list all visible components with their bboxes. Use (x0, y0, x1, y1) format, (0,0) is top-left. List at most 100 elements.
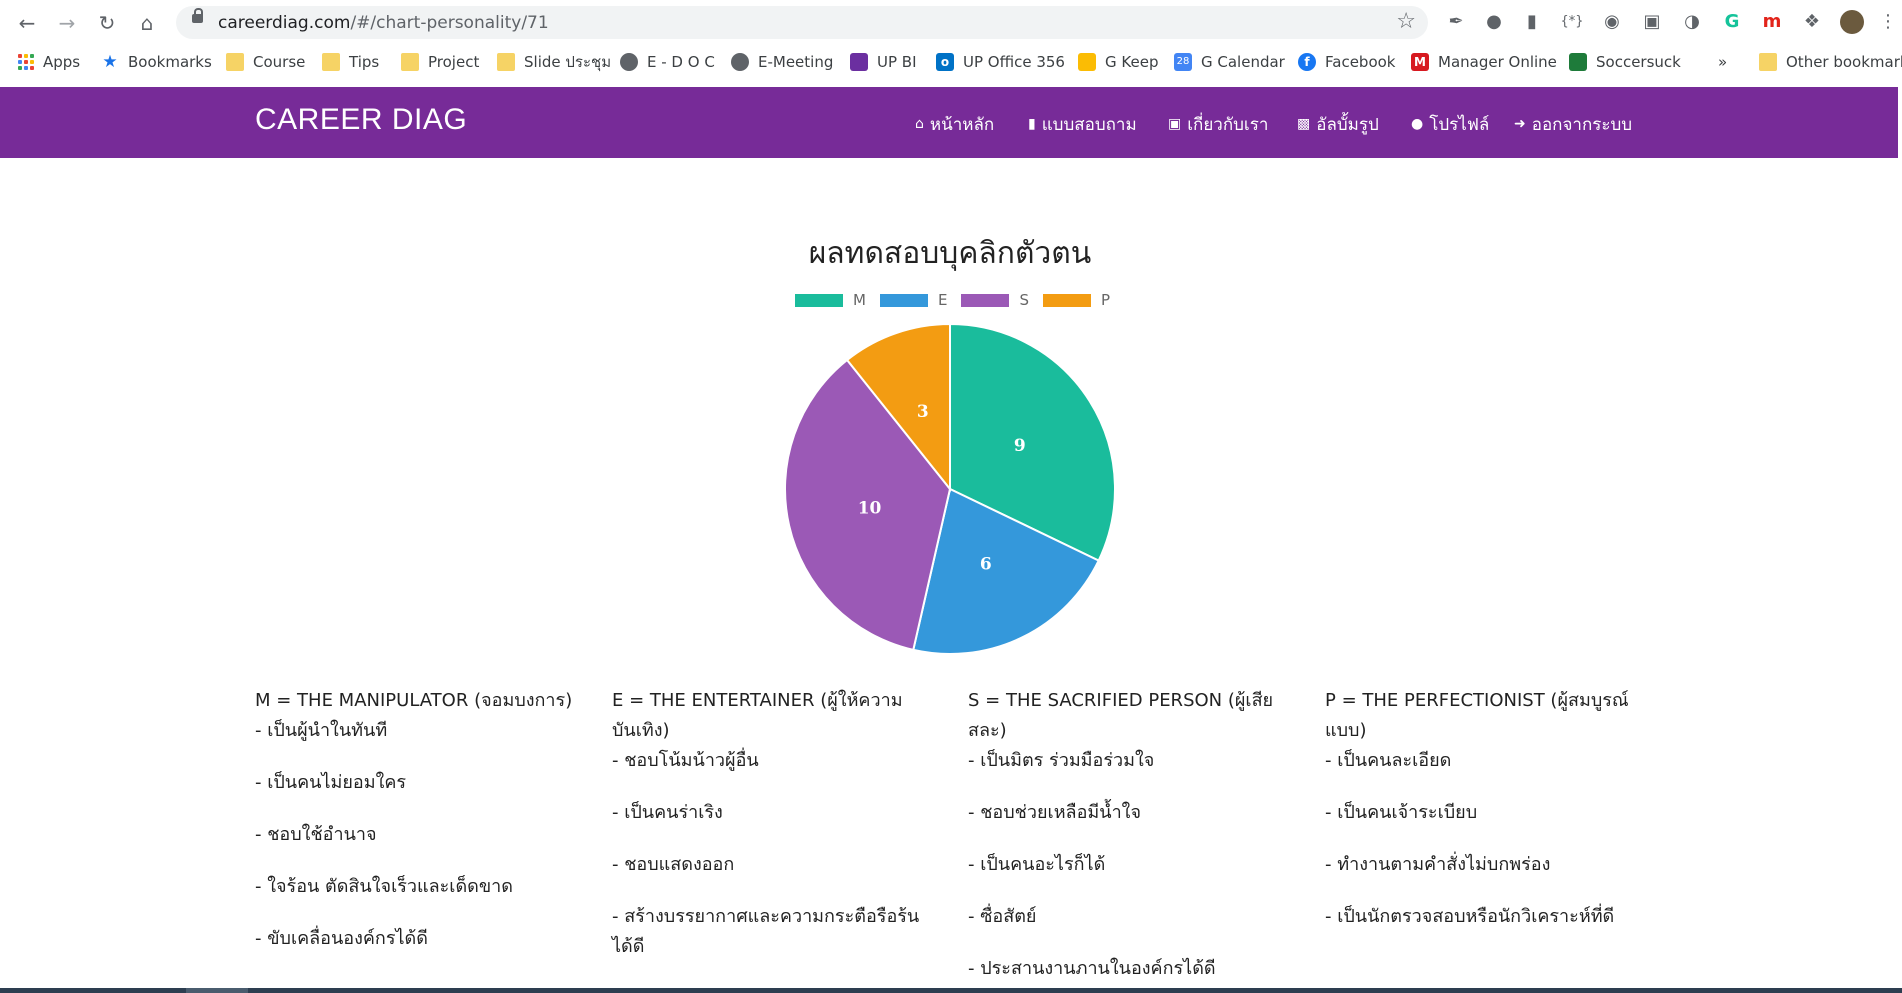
bookmark-bookmarks[interactable]: ★ Bookmarks (101, 51, 212, 73)
description-item: - ใจร้อน ตัดสินใจเร็วและเด็ดขาด (255, 876, 513, 897)
up-bi-icon (850, 53, 868, 71)
bookmark-label: Slide ประชุม (524, 53, 612, 71)
description-item: - ชอบแสดงออก (612, 854, 735, 875)
bookmark-label: Facebook (1325, 53, 1396, 71)
facebook-icon: f (1298, 53, 1316, 71)
legend-item-s[interactable]: S (961, 291, 1029, 309)
description-heading: S = THE SACRIFIED PERSON (ผู้เสียสละ) (968, 690, 1274, 741)
menu-profile[interactable]: ● โปรไฟล์ (1411, 113, 1489, 135)
app-navbar: CAREER DIAG ⌂ หน้าหลัก ▮ แบบสอบถาม ▣ เกี… (0, 87, 1898, 158)
bookmark-up-bi[interactable]: UP BI (850, 51, 917, 73)
lightbulb-extension-icon[interactable]: ● (1482, 10, 1506, 34)
url-text[interactable]: careerdiag.com/#/chart-personality/71 (218, 13, 549, 33)
manager-icon: M (1411, 53, 1429, 71)
bookmark-edoc[interactable]: E - D O C (620, 51, 715, 73)
description-heading: M = THE MANIPULATOR (จอมบงการ) (255, 690, 573, 711)
outlook-icon: o (936, 53, 954, 71)
bookmark-facebook[interactable]: f Facebook (1298, 51, 1395, 73)
folder-icon (497, 53, 515, 71)
address-bar[interactable]: careerdiag.com/#/chart-personality/71 ☆ (176, 6, 1428, 39)
description-item: - ประสานงานภานในองค์กรได้ดี (968, 958, 1216, 979)
description-item: - เป็นคนไม่ยอมใคร (255, 772, 407, 793)
bookmark-label: E-Meeting (758, 53, 834, 71)
legend-label: P (1100, 291, 1111, 309)
bookmark-up-office[interactable]: o UP Office 356 (936, 51, 1065, 73)
bookmark-label: Bookmarks (128, 53, 212, 71)
m-extension-icon[interactable]: m (1760, 10, 1784, 34)
globe-icon (731, 53, 749, 71)
other-bookmarks[interactable]: Other bookmarks (1759, 51, 1902, 73)
menu-album[interactable]: ▩ อัลบั้มรูป (1297, 113, 1379, 135)
bookmark-emeeting[interactable]: E-Meeting (731, 51, 833, 73)
more-menu-icon[interactable]: ⋮ (1876, 10, 1900, 34)
bookmark-label: Apps (43, 53, 81, 71)
keep-icon (1078, 53, 1096, 71)
legend-swatch (879, 293, 928, 307)
legend-item-p[interactable]: P (1042, 291, 1111, 309)
menu-questionnaire[interactable]: ▮ แบบสอบถาม (1028, 113, 1137, 135)
bookmark-star-icon[interactable]: ☆ (1396, 9, 1416, 34)
menu-about[interactable]: ▣ เกี่ยวกับเรา (1168, 113, 1268, 135)
reload-icon[interactable]: ↻ (94, 10, 120, 36)
description-list: - เป็นผู้นำในทันที - เป็นคนไม่ยอมใคร - ช… (255, 716, 575, 954)
chart-title: ผลทดสอบบุคลิกตัวตน (808, 236, 1092, 271)
apps-grid-icon (18, 54, 34, 70)
circle-extension-icon[interactable]: ◑ (1680, 10, 1704, 34)
json-extension-icon[interactable]: {*} (1560, 10, 1584, 34)
chart-legend: ME S P (795, 291, 1124, 309)
bookmarks-overflow[interactable]: » (1718, 51, 1727, 73)
bookmark-slide[interactable]: Slide ประชุม (497, 51, 611, 73)
bookmark-g-calendar[interactable]: 28 G Calendar (1174, 51, 1285, 73)
shield-extension-icon[interactable]: ▣ (1640, 10, 1664, 34)
bookmark-label: Project (428, 53, 480, 71)
back-arrow-icon[interactable]: ← (14, 10, 40, 36)
bookmark-course[interactable]: Course (226, 51, 305, 73)
forward-arrow-icon[interactable]: → (54, 10, 80, 36)
description-item: - ชอบช่วยเหลือมีน้ำใจ (968, 802, 1142, 823)
description-item: - ซื่อสัตย์ (968, 906, 1037, 927)
bookmark-label: G Calendar (1201, 53, 1285, 71)
description-item: - สร้างบรรยากาศและความกระตือรือร้นได้ดี (612, 906, 920, 957)
folder-icon (322, 53, 340, 71)
id-card-icon: ▣ (1168, 116, 1182, 132)
description-heading: P = THE PERFECTIONIST (ผู้สมบูรณ์แบบ) (1325, 690, 1629, 741)
bookmark-extension-icon[interactable]: ▮ (1520, 10, 1544, 34)
bookmark-soccersuck[interactable]: Soccersuck (1569, 51, 1681, 73)
bookmark-project[interactable]: Project (401, 51, 479, 73)
bookmark-g-keep[interactable]: G Keep (1078, 51, 1158, 73)
menu-label: โปรไฟล์ (1429, 114, 1490, 135)
home-icon[interactable]: ⌂ (134, 10, 160, 36)
legend-swatch (961, 293, 1010, 307)
menu-label: หน้าหลัก (929, 114, 995, 135)
description-item: - เป็นคนละเอียด (1325, 750, 1452, 771)
description-column-m: M = THE MANIPULATOR (จอมบงการ) - เป็นผู้… (255, 686, 575, 954)
other-bookmarks-label: Other bookmarks (1786, 53, 1902, 71)
legend-item-m[interactable]: M (795, 291, 866, 309)
globe-icon (620, 53, 638, 71)
bookmark-tips[interactable]: Tips (322, 51, 379, 73)
horizontal-scrollbar[interactable] (0, 988, 1902, 993)
scrollbar-thumb[interactable] (186, 988, 248, 993)
description-item: - เป็นคนอะไรก็ได้ (968, 854, 1106, 875)
menu-logout[interactable]: ➜ ออกจากระบบ (1514, 113, 1632, 135)
legend-swatch (795, 293, 843, 307)
bookmark-apps[interactable]: Apps (18, 51, 80, 73)
camera-extension-icon[interactable]: ◉ (1600, 10, 1624, 34)
bookmark-manager-online[interactable]: M Manager Online (1411, 51, 1557, 73)
browser-toolbar: ← → ↻ ⌂ careerdiag.com/#/chart-personali… (0, 0, 1902, 44)
description-item: - ทำงานตามคำสั่งไม่บกพร่อง (1325, 854, 1551, 875)
menu-home[interactable]: ⌂ หน้าหลัก (915, 113, 994, 135)
pie-value-label: 10 (858, 498, 882, 518)
legend-label: S (1019, 291, 1029, 309)
description-list: - เป็นมิตร ร่วมมือร่วมใจ - ชอบช่วยเหลือม… (968, 746, 1288, 984)
grammarly-icon[interactable]: G (1720, 10, 1744, 34)
legend-item-e[interactable]: E (879, 291, 947, 309)
description-column-p: P = THE PERFECTIONIST (ผู้สมบูรณ์แบบ) - … (1325, 686, 1645, 932)
profile-avatar[interactable] (1840, 10, 1864, 34)
puzzle-extensions-icon[interactable]: ❖ (1800, 10, 1824, 34)
description-item: - เป็นมิตร ร่วมมือร่วมใจ (968, 750, 1155, 771)
eyedropper-extension-icon[interactable]: ✒ (1444, 10, 1468, 34)
brand-logo[interactable]: CAREER DIAG (255, 103, 467, 137)
personality-pie-chart: 9 6 10 3 (784, 322, 1116, 655)
menu-label: เกี่ยวกับเรา (1187, 114, 1269, 135)
